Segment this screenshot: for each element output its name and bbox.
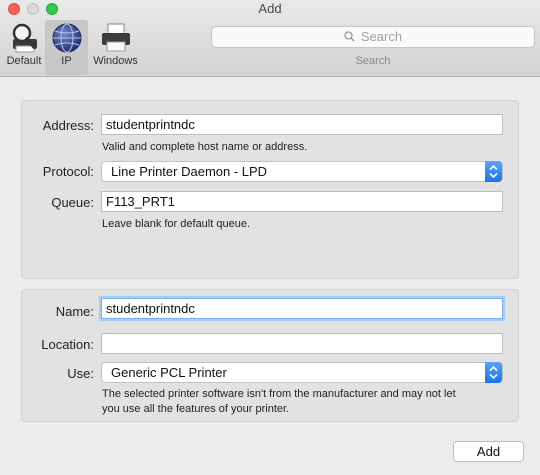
toolbar-ip-button[interactable]: IP — [45, 20, 88, 75]
printer-icon — [99, 22, 133, 57]
use-value: Generic PCL Printer — [111, 365, 227, 380]
globe-icon — [51, 22, 83, 57]
search-placeholder: Search — [360, 29, 403, 44]
window-toolbar: Add Default IP Windows Search Search — [0, 0, 540, 77]
magnifier-printer-icon — [7, 22, 41, 57]
toolbar-windows-label: Windows — [93, 55, 138, 67]
protocol-label: Protocol: — [42, 164, 94, 179]
queue-field[interactable]: F113_PRT1 — [101, 191, 503, 212]
queue-label: Queue: — [51, 195, 94, 210]
use-popup[interactable]: Generic PCL Printer — [101, 362, 503, 383]
chevron-updown-icon — [485, 362, 502, 383]
protocol-popup[interactable]: Line Printer Daemon - LPD — [101, 161, 503, 182]
address-label: Address: — [42, 118, 94, 133]
protocol-value: Line Printer Daemon - LPD — [111, 164, 268, 179]
use-label: Use: — [67, 366, 94, 381]
location-field[interactable] — [101, 333, 503, 354]
add-button[interactable]: Add — [453, 441, 524, 462]
search-icon — [344, 28, 355, 48]
queue-hint: Leave blank for default queue. — [102, 218, 251, 230]
toolbar-default-label: Default — [6, 55, 42, 67]
toolbar-windows-button[interactable]: Windows — [88, 20, 143, 75]
name-label: Name: — [55, 304, 94, 319]
use-hint-line1: The selected printer software isn't from… — [102, 388, 456, 400]
window-title: Add — [258, 1, 282, 16]
toolbar-ip-label: IP — [61, 55, 72, 67]
name-field[interactable]: studentprintndc — [101, 298, 503, 319]
use-hint-line2: you use all the features of your printer… — [102, 403, 290, 415]
chevron-updown-icon — [485, 161, 502, 182]
address-field[interactable]: studentprintndc — [101, 114, 503, 135]
search-input[interactable]: Search — [211, 26, 535, 48]
toolbar-default-button[interactable]: Default — [3, 20, 45, 75]
location-label: Location: — [41, 337, 94, 352]
search-caption: Search — [355, 55, 391, 67]
address-hint: Valid and complete host name or address. — [102, 141, 308, 153]
